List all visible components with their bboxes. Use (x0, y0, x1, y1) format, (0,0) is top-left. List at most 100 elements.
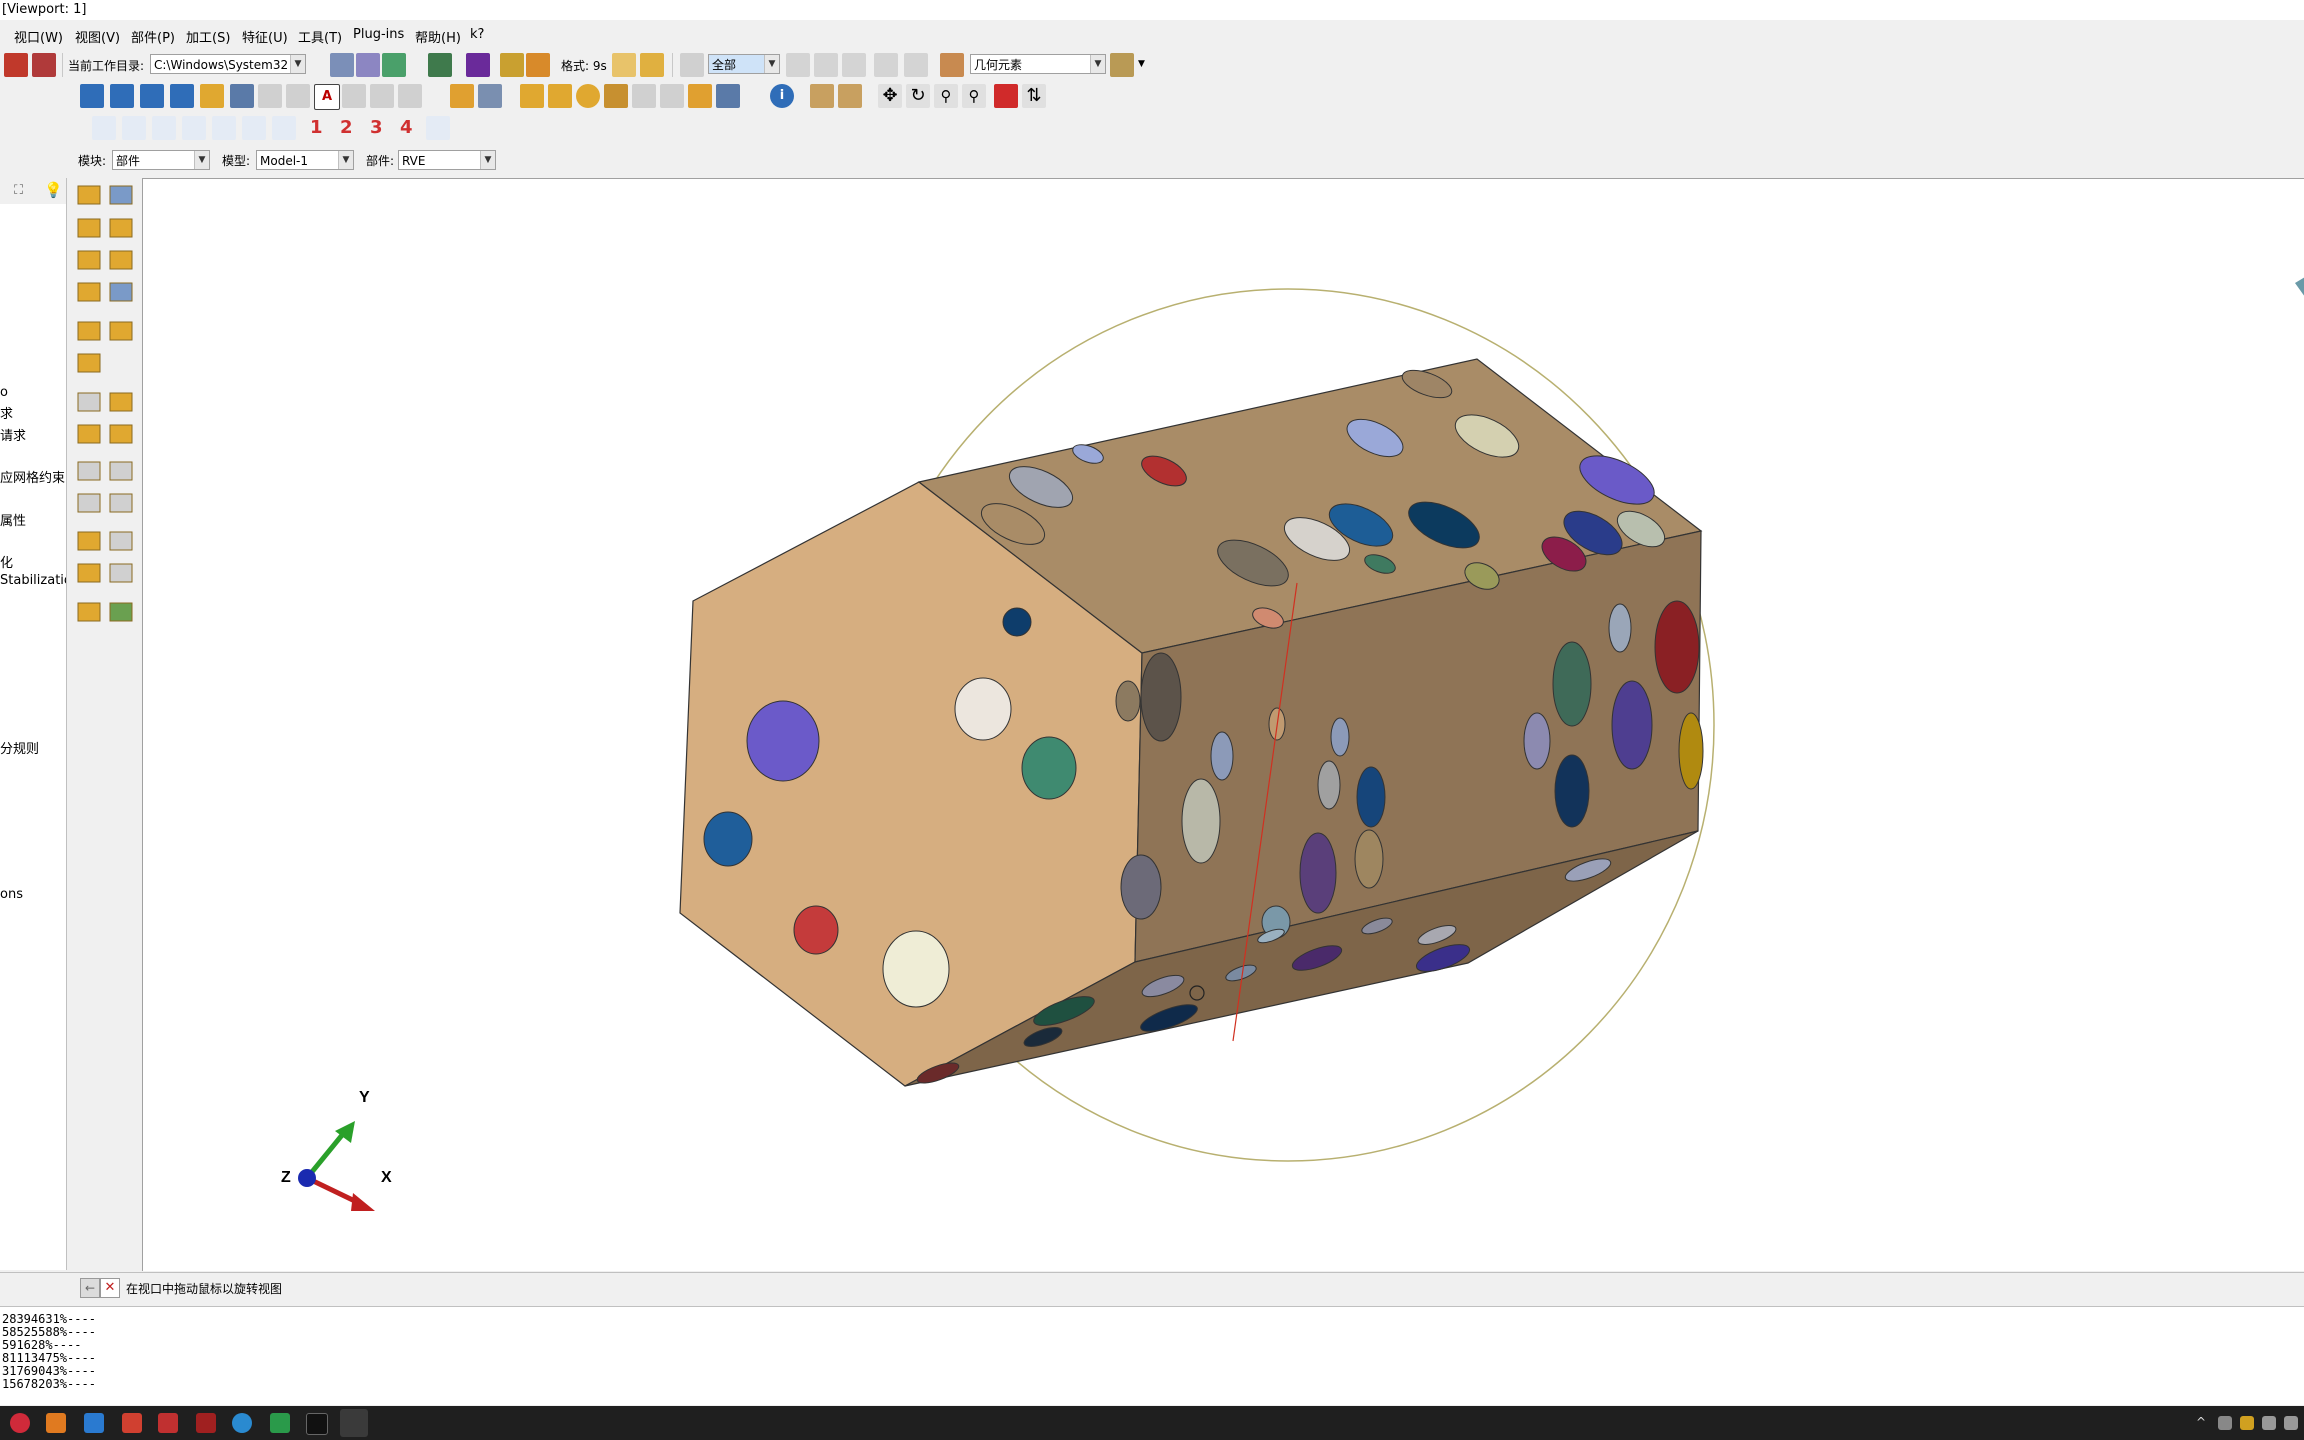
menu-context-help[interactable]: k? (470, 27, 484, 42)
create-datum-icon[interactable] (450, 84, 474, 108)
pan-icon[interactable]: ✥ (878, 84, 902, 108)
text-annotation-icon[interactable] (258, 84, 282, 108)
viewport-tile-h-icon[interactable] (140, 84, 164, 108)
sphere-icon[interactable] (576, 84, 600, 108)
chevron-down-icon[interactable]: ▼ (480, 151, 495, 169)
tree-item[interactable]: ons (0, 887, 23, 902)
wifi-icon[interactable] (2262, 1416, 2276, 1430)
create-part-icon[interactable] (77, 185, 101, 205)
render-wireframe-icon[interactable] (330, 53, 354, 77)
model-tree[interactable]: ⛶ 💡 o 求 请求 应网格约束 属性 化 Stabilization 分规则 … (0, 178, 67, 1270)
auto-fit-icon[interactable] (994, 84, 1018, 108)
zoom-box-icon[interactable]: ⚲ (962, 84, 986, 108)
tree-item[interactable]: Stabilization (0, 573, 66, 588)
chevron-down-icon[interactable]: ▼ (338, 151, 353, 169)
view-cycle-icon[interactable]: ⇅ (1022, 84, 1046, 108)
virtual-topology-icon[interactable] (109, 531, 133, 551)
viewport-cascade-icon[interactable] (110, 84, 134, 108)
part-manager-icon[interactable] (109, 185, 133, 205)
viewport-tile-v-icon[interactable] (170, 84, 194, 108)
back-arrow-icon[interactable]: ← (80, 1278, 100, 1298)
pointer-icon[interactable] (342, 84, 366, 108)
color-palette-icon[interactable] (940, 53, 964, 77)
geometry-filter-field[interactable]: 几何元素 ▼ (970, 54, 1106, 74)
app-icon-green[interactable] (270, 1413, 290, 1433)
set-icon[interactable] (109, 602, 133, 622)
view-front-icon[interactable] (92, 116, 116, 140)
highlight-icon[interactable] (526, 53, 550, 77)
tree-item[interactable]: 分规则 (0, 738, 39, 757)
app-icon-red[interactable] (10, 1413, 30, 1433)
info-icon[interactable]: i (770, 84, 794, 108)
revolve-icon[interactable] (109, 218, 133, 238)
solid-icon[interactable] (77, 282, 101, 302)
link-viewports-icon[interactable] (200, 84, 224, 108)
abaqus-icon[interactable] (340, 1409, 368, 1437)
chevron-down-icon[interactable]: ▼ (764, 55, 779, 73)
mail-icon[interactable] (84, 1413, 104, 1433)
view-iso-icon[interactable] (272, 116, 296, 140)
tray-icon[interactable] (2218, 1416, 2232, 1430)
view-2-button[interactable]: 2 (340, 117, 353, 138)
view-bottom-icon[interactable] (242, 116, 266, 140)
table-icon[interactable] (370, 84, 394, 108)
view-top-icon[interactable] (212, 116, 236, 140)
chevron-down-icon[interactable]: ▼ (1138, 59, 1145, 69)
part-select[interactable]: RVE ▼ (398, 150, 496, 170)
chevron-up-icon[interactable]: ^ (2196, 1415, 2206, 1429)
view-back-icon[interactable] (122, 116, 146, 140)
chevron-down-icon[interactable]: ▼ (290, 55, 305, 73)
view-right-icon[interactable] (182, 116, 206, 140)
assembly-icon[interactable] (77, 602, 101, 622)
menu-help[interactable]: 帮助(H) (415, 27, 461, 46)
edit-feature-icon[interactable] (77, 563, 101, 583)
module-select[interactable]: 部件 ▼ (112, 150, 210, 170)
chevron-down-icon[interactable]: ▼ (1090, 55, 1105, 73)
menu-shape[interactable]: 加工(S) (186, 27, 230, 46)
select-box-icon[interactable] (842, 53, 866, 77)
partition-icon[interactable] (604, 84, 628, 108)
filter-icon[interactable]: ⛶ (14, 183, 23, 198)
zoom-icon[interactable]: ⚲ (934, 84, 958, 108)
sweep-icon[interactable] (109, 250, 133, 270)
view-left-icon[interactable] (152, 116, 176, 140)
cut-icon[interactable] (77, 250, 101, 270)
feature-manager-icon[interactable] (688, 84, 712, 108)
text-icon[interactable]: A (314, 84, 340, 110)
select-tool-icon[interactable] (786, 53, 810, 77)
box-view-icon[interactable] (612, 53, 636, 77)
terminal-icon[interactable] (306, 1413, 328, 1435)
app-icon[interactable] (158, 1413, 178, 1433)
message-area[interactable]: 28394631%---- 58525588%---- 591628%---- … (0, 1306, 2304, 1405)
render-hidden-icon[interactable] (356, 53, 380, 77)
query-icon[interactable] (500, 53, 524, 77)
viewport[interactable]: Y X Z (142, 178, 2304, 1271)
cancel-icon[interactable]: ✕ (100, 1278, 120, 1298)
menu-feature[interactable]: 特征(U) (242, 27, 288, 46)
ruler-icon[interactable] (810, 84, 834, 108)
select-lasso-icon[interactable] (904, 53, 928, 77)
tree-item[interactable]: 属性 (0, 510, 26, 529)
view-3-button[interactable]: 3 (370, 117, 383, 138)
datum-plane-icon[interactable] (77, 424, 101, 444)
display-group-icon[interactable] (1110, 53, 1134, 77)
partition-cell-icon[interactable] (77, 531, 101, 551)
menu-viewport[interactable]: 视口(W) (14, 27, 63, 46)
view-1-button[interactable]: 1 (310, 117, 323, 138)
menu-tools[interactable]: 工具(T) (298, 27, 342, 46)
select-nodes-icon[interactable] (874, 53, 898, 77)
tree-item[interactable]: 应网格约束 (0, 467, 65, 486)
partition-edge-icon[interactable] (77, 493, 101, 513)
file-open-icon[interactable] (4, 53, 28, 77)
tools-icon[interactable] (109, 563, 133, 583)
extrude-icon[interactable] (77, 218, 101, 238)
browser-icon[interactable] (232, 1413, 252, 1433)
boolean-union-icon[interactable] (520, 84, 544, 108)
chamfer-icon[interactable] (109, 321, 133, 341)
chevron-down-icon[interactable]: ▼ (194, 151, 209, 169)
file-save-icon[interactable] (32, 53, 56, 77)
app-icon-orange[interactable] (46, 1413, 66, 1433)
undo-icon[interactable] (632, 84, 656, 108)
tree-item[interactable]: o (0, 385, 8, 400)
pdf-icon[interactable] (122, 1413, 142, 1433)
